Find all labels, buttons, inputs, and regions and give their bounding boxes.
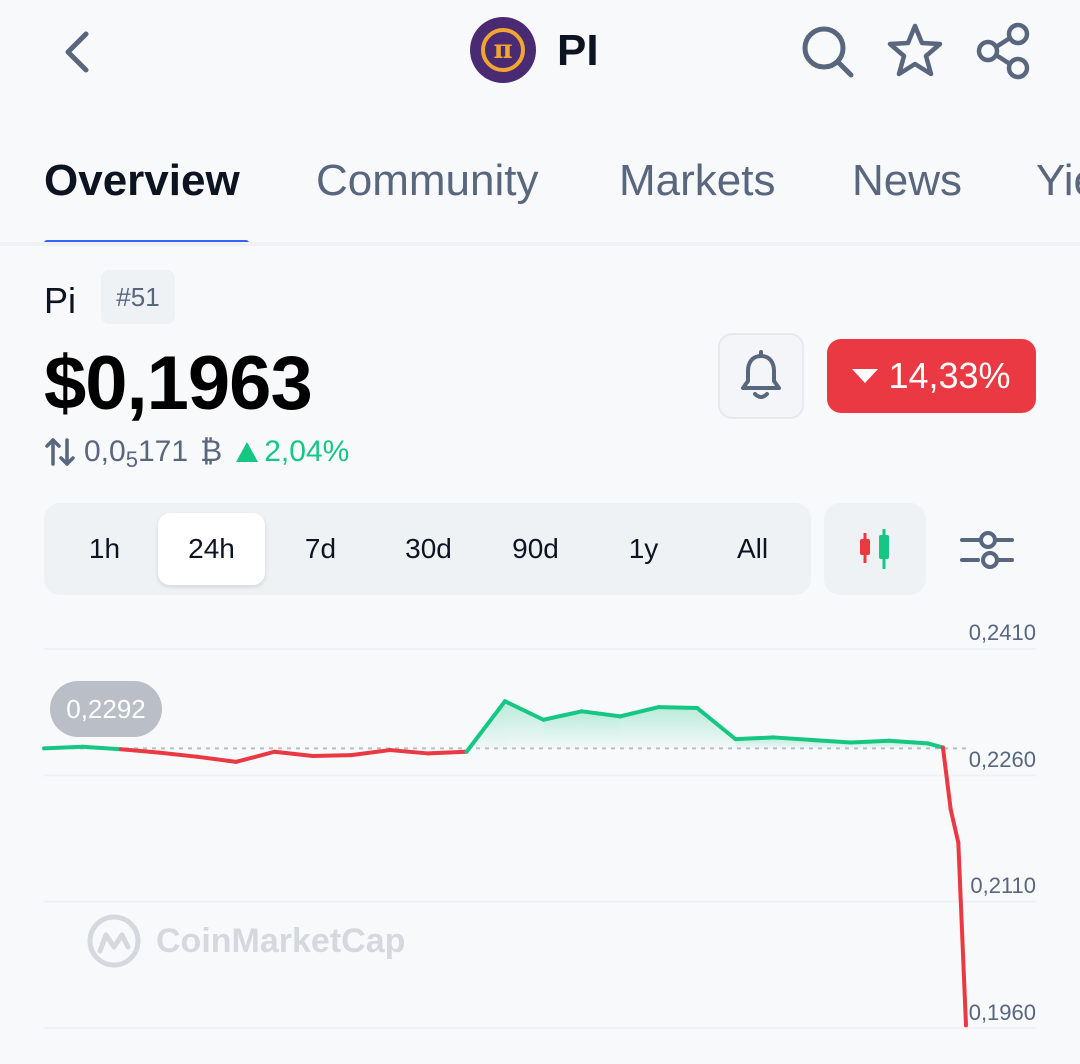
candlestick-icon	[860, 529, 889, 569]
chart-line-segment	[195, 754, 239, 764]
price-alert-button[interactable]	[718, 333, 804, 419]
change-24h-value: 14,33%	[888, 355, 1011, 396]
swap-arrows-icon[interactable]	[44, 436, 76, 468]
back-arrow-icon[interactable]	[58, 28, 98, 76]
watermark-text: CoinMarketCap	[156, 921, 406, 960]
range-90d[interactable]: 90d	[482, 513, 589, 585]
chart-area-segment	[658, 707, 698, 749]
chart-line-segment	[118, 747, 162, 755]
coinmarketcap-logo-icon	[87, 914, 141, 968]
btc-price-rest: 171	[137, 435, 189, 468]
btc-symbol: ₿	[200, 435, 223, 468]
range-all[interactable]: All	[699, 513, 806, 585]
chart-line-segment	[349, 748, 392, 758]
range-7d[interactable]: 7d	[267, 513, 374, 585]
top-bar: π PI	[0, 0, 1080, 110]
chart-line-segment	[940, 745, 953, 812]
chart-line-segment	[272, 749, 315, 758]
chart-line-segment	[810, 737, 853, 745]
chart-line-segment	[157, 750, 200, 759]
coin-logo: π	[470, 17, 536, 83]
tab-community[interactable]: Community	[316, 156, 539, 206]
chart-line-segment	[733, 735, 776, 742]
tab-news[interactable]: News	[852, 156, 962, 206]
chart-line-segment	[771, 735, 815, 742]
active-tab-indicator	[44, 240, 249, 242]
y-tick-label: 0,2410	[968, 620, 1036, 645]
btc-change-value: 2,04%	[264, 435, 350, 468]
coin-symbol: PI	[557, 26, 599, 75]
btc-price-prefix: 0,0	[84, 435, 126, 468]
y-tick-label: 0,2260	[968, 747, 1036, 772]
chart-line-segment	[310, 753, 354, 758]
pi-logo-icon: π	[481, 28, 525, 72]
share-icon[interactable]	[974, 22, 1032, 80]
chart-line-segment	[387, 748, 431, 756]
reference-price-label: 0,2292	[50, 681, 162, 737]
tab-bar: Overview Community Markets News Yie	[0, 150, 1080, 246]
rank-badge: #51	[101, 270, 175, 324]
chart-line-segment	[42, 744, 85, 751]
chart-line-segment	[656, 705, 700, 710]
chart-line-segment	[956, 840, 968, 1028]
chart-line-segment	[426, 749, 469, 756]
range-1y[interactable]: 1y	[590, 513, 697, 585]
coin-name: Pi	[44, 280, 77, 321]
search-icon[interactable]	[798, 22, 856, 80]
btc-price-row: 0,0 5 171 ₿ 2,04%	[44, 432, 349, 472]
time-range-selector: 1h 24h 7d 30d 90d 1y All	[44, 503, 811, 595]
coinmarketcap-watermark: CoinMarketCap	[86, 912, 405, 970]
caret-down-icon	[852, 369, 879, 383]
change-24h-badge: 14,33%	[827, 339, 1036, 413]
tab-yield[interactable]: Yie	[1036, 156, 1080, 206]
chart-line-segment	[948, 807, 961, 845]
price-value: $0,1963	[44, 341, 313, 426]
range-24h[interactable]: 24h	[158, 513, 265, 585]
chart-line-segment	[887, 738, 930, 746]
range-30d[interactable]: 30d	[375, 513, 482, 585]
star-icon[interactable]	[886, 22, 944, 80]
tab-overview[interactable]: Overview	[44, 156, 240, 206]
chart-line-segment	[234, 749, 277, 764]
candlestick-toggle-button[interactable]	[824, 503, 926, 595]
btc-price-zero-count: 5	[125, 447, 138, 472]
chart-line-segment	[80, 744, 123, 752]
y-tick-label: 0,2110	[970, 873, 1036, 898]
caret-up-icon	[236, 442, 259, 462]
bell-icon	[741, 350, 781, 399]
range-1h[interactable]: 1h	[51, 513, 158, 585]
tab-markets[interactable]: Markets	[619, 156, 775, 206]
chart-line-segment	[848, 738, 892, 745]
price-chart[interactable]	[0, 612, 1080, 1064]
y-tick-label: 0,1960	[968, 1000, 1036, 1025]
chart-settings-icon[interactable]	[958, 526, 1016, 574]
